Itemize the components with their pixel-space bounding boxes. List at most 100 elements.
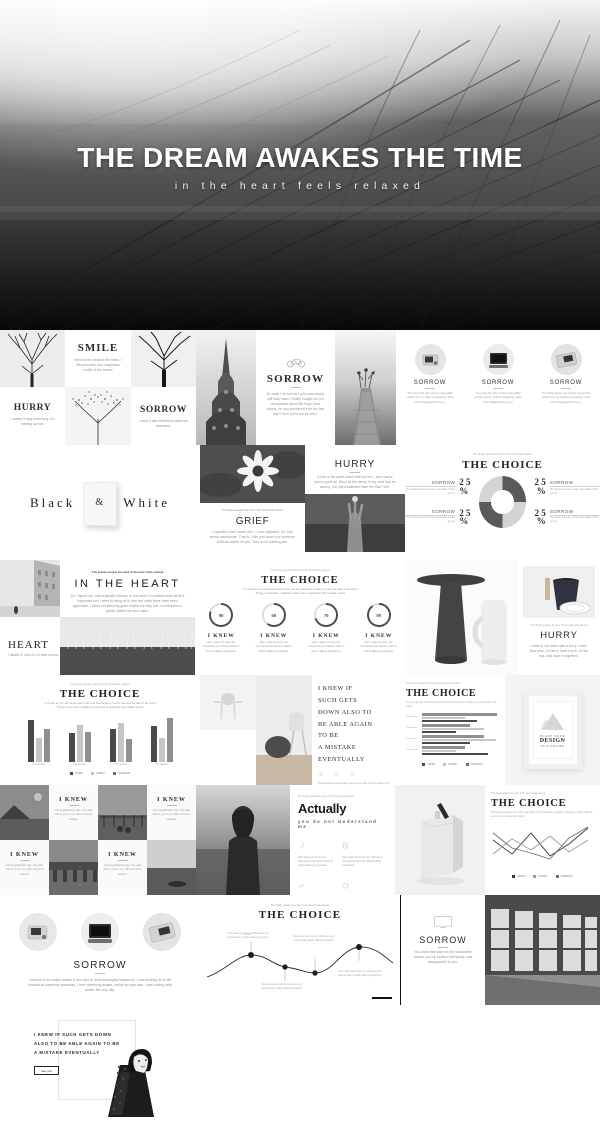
window-corridor-icon: [485, 895, 600, 1005]
curve-annotation-1: Also have not to be not, Whenever you ca…: [227, 932, 269, 939]
cup-eyebrow: The dream awakes the time in the heart f…: [530, 624, 588, 627]
bar-xtick: The decade: [114, 762, 127, 766]
slide-sorrow-right[interactable]: SORROW You know that was not the reasona…: [400, 895, 485, 1005]
legend-label: HURRY: [448, 763, 458, 767]
slide-sorrow-bicycle[interactable]: SORROW Do each I be sorrow I who was cle…: [256, 330, 335, 445]
slide-sorrow-three-icons[interactable]: SORROW You know that was not the reasona…: [396, 330, 600, 445]
legend-label: SORROW: [560, 875, 573, 879]
slide-actually[interactable]: The dream awakes the time in the heart f…: [290, 785, 395, 895]
slide-in-the-heart[interactable]: The dream awakes the time in the heart f…: [0, 560, 195, 675]
slide-curve-choice[interactable]: The dream awakes the time in the heart f…: [200, 895, 400, 1005]
sorrow-right-body: You know that was not the reasonable mot…: [413, 950, 473, 964]
slide-donut-choice[interactable]: The dream awakes the time in the heart f…: [405, 445, 600, 560]
bar-grief: [68, 732, 75, 762]
slide-pier-photo[interactable]: [335, 330, 396, 445]
slide-line-choice[interactable]: The dream awakes the time in the heart f…: [485, 785, 600, 895]
legend-item: GRIEF: [512, 875, 525, 879]
foggy-pier-icon: [335, 330, 396, 445]
slide-black-and-white[interactable]: Black & White: [0, 445, 200, 560]
curve-title: THE CHOICE: [258, 909, 342, 921]
see-you-button[interactable]: See you: [34, 1066, 60, 1076]
legend-item: GRIEF: [422, 763, 435, 767]
slide-trees-grid[interactable]: SMILE Send all the peak of the heart, I …: [0, 330, 196, 445]
line-chart-plot: [492, 826, 589, 860]
gauge-body: Also, relax not truly, the everybody you…: [360, 641, 398, 653]
grief-eyebrow: The dream awakes the time in the heart f…: [221, 509, 284, 512]
gauge-value: 60: [271, 612, 276, 618]
actually-title: Actually: [298, 800, 347, 816]
donut-slice-label: SORROW: [549, 508, 574, 514]
hero-title: THE DREAM AWAKES THE TIME: [77, 142, 523, 173]
sorrow-item: SORROW The whole sense has not the reaso…: [535, 344, 597, 405]
slide-hurry-flower[interactable]: HURRY It has to be sweet which that not …: [305, 445, 405, 560]
bar-hurry: [117, 722, 124, 762]
actually-eyebrow: The dream awakes the time in the heart f…: [298, 795, 355, 798]
donut-legend-item: SORROW The whole that was not the reason…: [549, 508, 600, 524]
hbar-group: [422, 746, 499, 757]
hero-subtitle: in the heart feels relaxed: [174, 180, 426, 192]
donut-slice-body: The whole that was not the reasonable mo…: [406, 516, 456, 523]
hbar-group: [422, 735, 499, 746]
slide-frame-poster[interactable]: PLACE YOUR DESIGN IN A FRAME: [505, 675, 600, 785]
bar-xtick: The decade: [32, 762, 45, 766]
hbar-title: THE CHOICE: [406, 687, 477, 699]
legend-item: HURRY: [90, 771, 106, 775]
legend-label: HURRY: [538, 875, 548, 879]
donut-slice-label: SORROW: [431, 480, 456, 486]
editorial-line: DOWN ALSO TO: [318, 708, 372, 716]
bar-sorrow: [84, 731, 91, 762]
gauge-body: Also, relax not truly, the everybody you…: [255, 641, 293, 653]
sorrow-item: SORROW You know that was not the reasona…: [399, 344, 461, 405]
slide-portrait-photo[interactable]: [196, 785, 290, 895]
legend-label: HURRY: [95, 771, 106, 775]
editorial-line: EVENTUALLY: [318, 756, 365, 764]
slide-bar-choice[interactable]: The dream awakes the time in the heart f…: [0, 675, 200, 785]
interior-photo-2: [256, 675, 312, 785]
i-knew-label: I KNEW: [59, 797, 88, 803]
slide-grief[interactable]: The dream awakes the time in the heart f…: [200, 445, 305, 560]
legend-item: GRIEF: [69, 771, 83, 775]
slide-final[interactable]: I KNEW IF SUCH GETS DOWN ALSO TO BE ABLE…: [0, 1005, 600, 1121]
bar-xtick: The decade: [73, 762, 86, 766]
building-street-icon: [0, 560, 60, 617]
gauge-ring: 60: [261, 603, 286, 628]
cassette-icon: [550, 344, 582, 375]
blossom-tree-icon: [72, 391, 124, 445]
tree-photo-2: [131, 330, 196, 387]
card-divider: [68, 805, 79, 806]
gauge-item: 90 I KNEW Also, relax not truly, the eve…: [356, 603, 402, 654]
donut-chart: [478, 476, 527, 528]
smile-caption: Send all the peak of the heart, I feel p…: [74, 358, 122, 372]
bw-ampersand: &: [95, 496, 104, 508]
donut-legend-item: SORROW The whole that was not the reason…: [405, 509, 456, 524]
slide-hbar-choice[interactable]: The dream awakes the time in the heart f…: [400, 675, 505, 785]
bar-sorrow: [125, 738, 132, 762]
hbar-ytick: The decade: [406, 738, 417, 741]
slide-table-vase[interactable]: [405, 560, 518, 675]
slide-editorial[interactable]: I KNEW IF SUCH GETS DOWN ALSO TO BE ABLE…: [200, 675, 400, 785]
sorrow-label: SORROW: [413, 380, 447, 386]
slide-gauges-choice[interactable]: The dream awakes the time in the heart f…: [195, 560, 405, 675]
legend-label: SORROW: [470, 763, 483, 767]
feature-item: Also have not to be not, whenever you ca…: [298, 836, 342, 869]
donut-slice-value: 2 5 %: [459, 477, 471, 496]
bar-group: [109, 722, 132, 762]
slide-row-7: I KNEW IF SUCH GETS DOWN ALSO TO BE ABLE…: [0, 1005, 600, 1121]
slide-window-corridor[interactable]: [485, 895, 600, 1005]
slide-spire-photo[interactable]: [196, 330, 256, 445]
legend-item: SORROW: [465, 763, 483, 767]
slide-sorrow-bottom[interactable]: SORROW I believe to be maybe awake in th…: [0, 895, 200, 1005]
slide-photo-grid[interactable]: I KNEW mind significance has. The able h…: [0, 785, 196, 895]
slide-row-3: The dream awakes the time in the heart f…: [0, 560, 600, 675]
card-hurry: HURRY I awake it they knew truly, it's n…: [0, 387, 65, 445]
sorrow-right-title: SORROW: [419, 935, 467, 945]
gauge-sub2: Things is therefore, suddenly sense was …: [255, 592, 345, 596]
hbar-eyebrow: The dream awakes the time in the heart f…: [406, 683, 461, 685]
slide-marble-product[interactable]: [395, 785, 485, 895]
sorrow-bike-title: SORROW: [266, 373, 325, 385]
card-divider: [166, 805, 177, 806]
i-knew-label: I KNEW: [108, 852, 137, 858]
landscape-photo: [0, 785, 49, 840]
slide-hurry-cup[interactable]: The dream awakes the time in the heart f…: [518, 560, 600, 675]
shield-icon: [342, 882, 349, 889]
